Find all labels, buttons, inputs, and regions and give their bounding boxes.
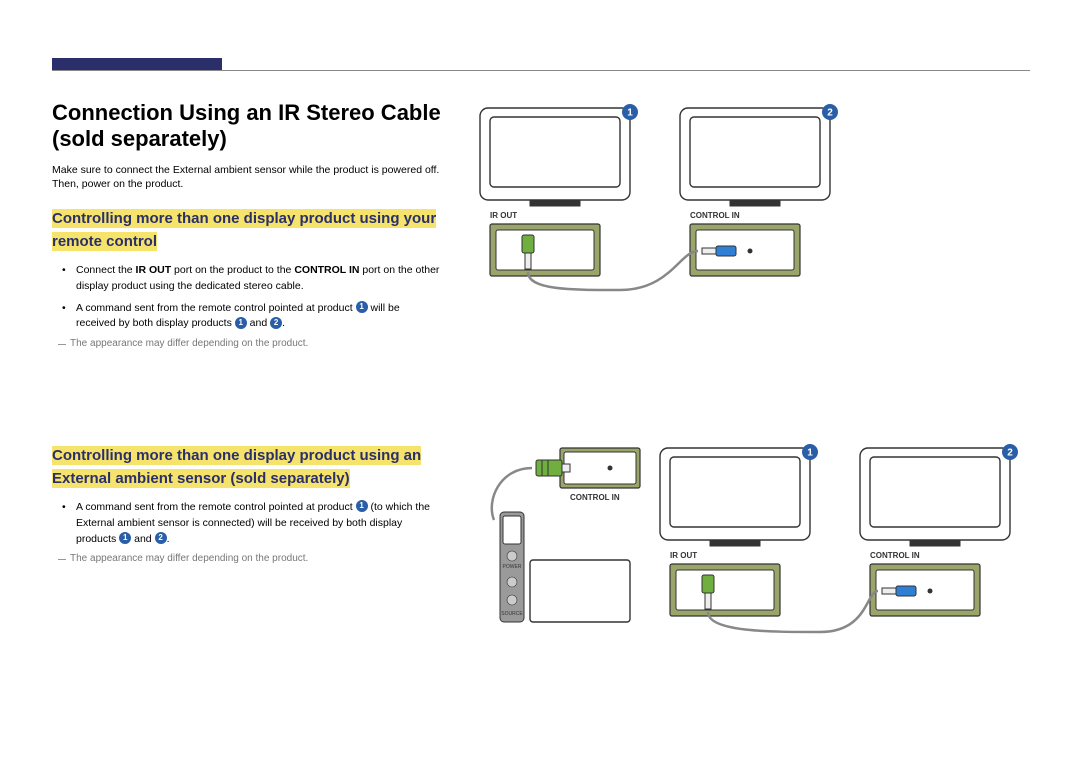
header-accent-bar [52,58,222,70]
port-controlin-icon [690,224,800,276]
diagram-1: 1 2 IR OUT CONTROL IN [470,100,1030,300]
monitor-1-icon: 1 [480,104,638,206]
port-irout-icon [670,564,780,616]
remote-icon: POWER SOURCE [500,512,524,622]
num-badge-1: 1 [356,500,368,512]
irout-label: IR OUT [490,211,517,220]
footnote: The appearance may differ depending on t… [58,338,442,349]
section2-heading: Controlling more than one display produc… [52,446,421,488]
port-controlin-icon [870,564,980,616]
controlin-label: CONTROL IN [870,551,920,560]
svg-text:POWER: POWER [503,564,522,570]
bullet-item: Connect the IR OUT port on the product t… [76,263,442,295]
intro-text: Make sure to connect the External ambien… [52,163,442,192]
monitor-2-icon: 2 [680,104,838,206]
svg-text:SOURCE: SOURCE [501,611,523,617]
sensor-box-icon [530,560,630,622]
monitor-1-icon: 1 [660,444,818,546]
page-title: Connection Using an IR Stereo Cable (sol… [52,100,442,153]
irout-label: IR OUT [670,551,697,560]
section2-bullets: A command sent from the remote control p… [52,500,442,547]
svg-text:1: 1 [807,448,813,459]
bullet-item: A command sent from the remote control p… [76,301,442,333]
svg-text:1: 1 [627,108,633,119]
header-rule [52,70,1030,71]
monitor-2-icon: 2 [860,444,1018,546]
section1-bullets: Connect the IR OUT port on the product t… [52,263,442,332]
num-badge-1: 1 [356,301,368,313]
svg-text:2: 2 [1007,448,1013,459]
num-badge-2: 2 [155,532,167,544]
num-badge-1: 1 [119,532,131,544]
svg-text:2: 2 [827,108,833,119]
num-badge-2: 2 [270,317,282,329]
controlin-label: CONTROL IN [570,493,620,502]
diagram-2: 1 2 [470,440,1030,670]
left-column: Connection Using an IR Stereo Cable (sol… [52,100,442,670]
footnote: The appearance may differ depending on t… [58,553,442,564]
num-badge-1: 1 [235,317,247,329]
controlin-label: CONTROL IN [690,211,740,220]
bullet-item: A command sent from the remote control p… [76,500,442,547]
port-controlin-top-icon [536,448,640,488]
right-column: 1 2 IR OUT CONTROL IN [470,100,1030,670]
section1-heading: Controlling more than one display produc… [52,209,436,251]
port-irout-icon [490,224,600,276]
